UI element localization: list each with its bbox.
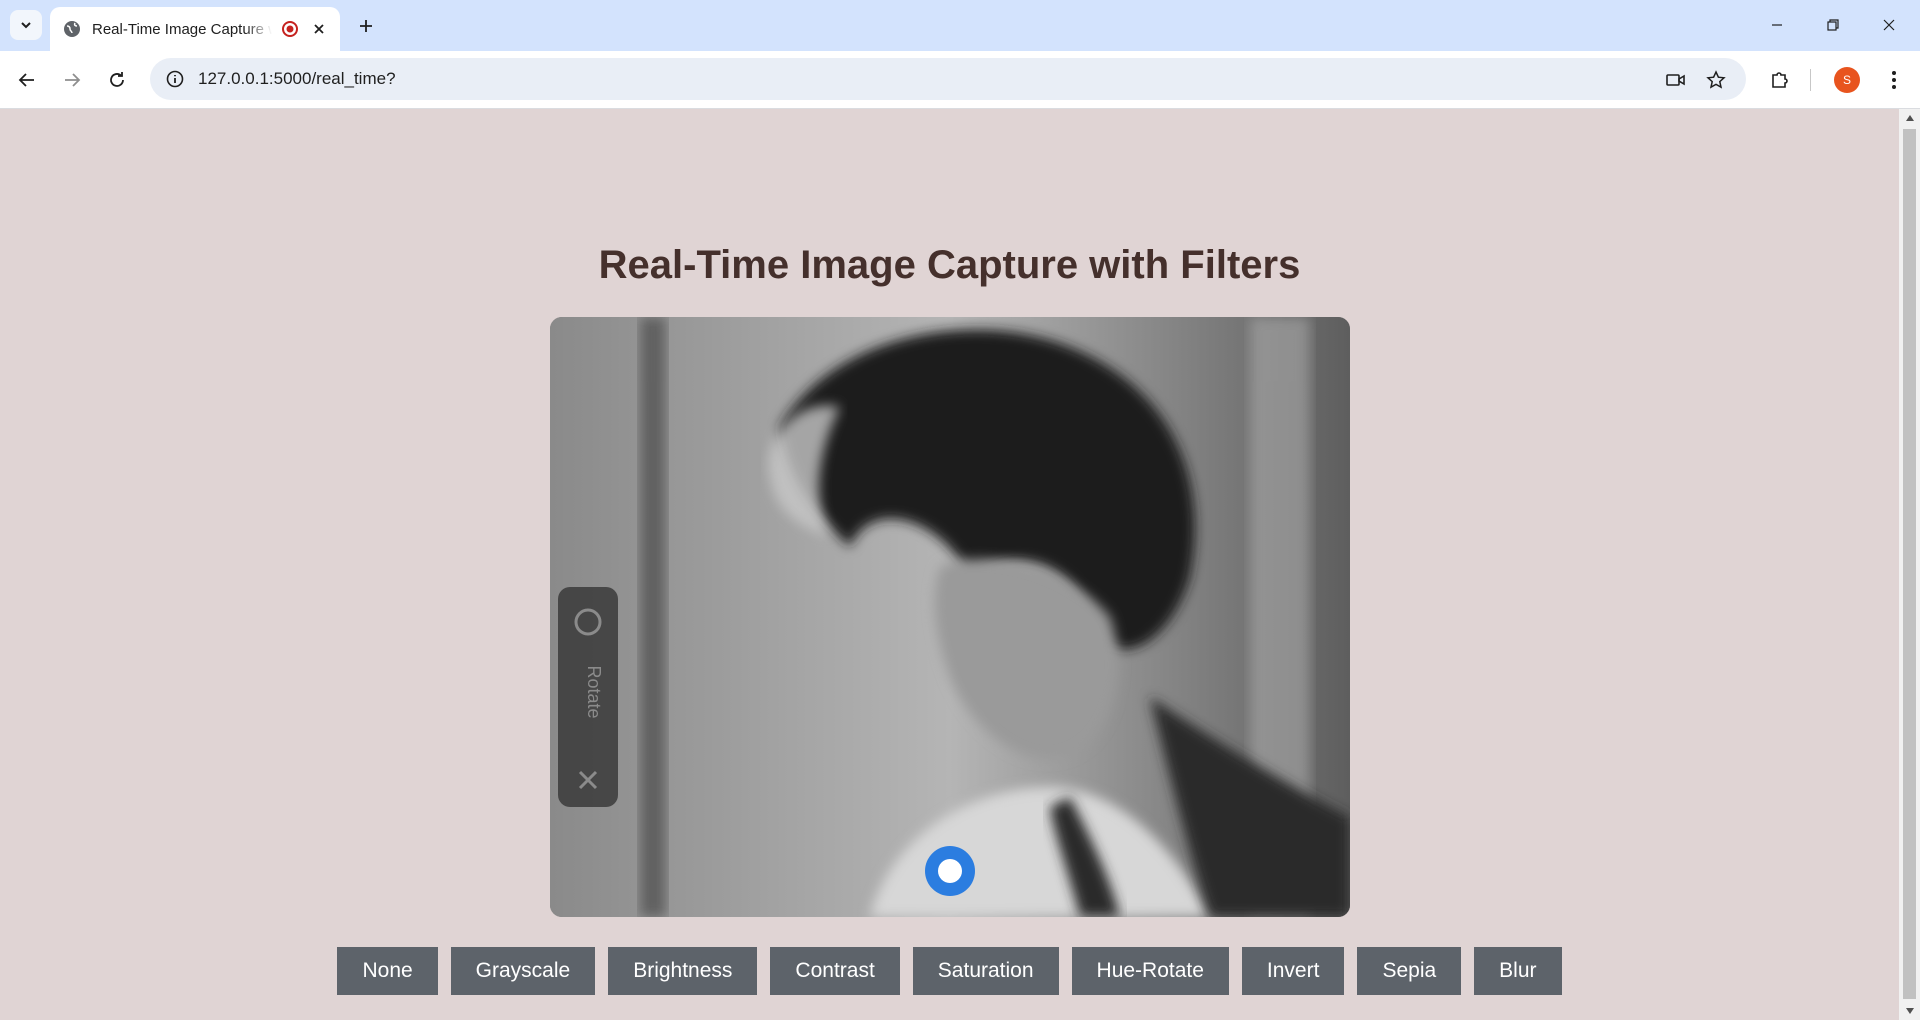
chevron-down-icon — [21, 22, 31, 29]
more-vert-icon — [1892, 71, 1896, 89]
recording-icon — [280, 19, 300, 39]
profile-avatar[interactable]: S — [1834, 67, 1860, 93]
scroll-thumb[interactable] — [1903, 129, 1916, 999]
rotate-overlay-label: Rotate — [584, 665, 604, 718]
filter-contrast-button[interactable]: Contrast — [770, 947, 900, 995]
extensions-button[interactable] — [1764, 64, 1796, 96]
filter-saturation-button[interactable]: Saturation — [912, 947, 1059, 995]
filter-none-button[interactable]: None — [337, 947, 438, 995]
browser-toolbar: 127.0.0.1:5000/real_time? S — [0, 51, 1920, 109]
close-window-button[interactable] — [1866, 10, 1912, 40]
back-button[interactable] — [10, 63, 44, 97]
rotate-overlay: Rotate — [558, 587, 618, 807]
tab-strip: Real-Time Image Capture with Filters — [0, 0, 1920, 51]
camera-in-use-icon[interactable] — [1664, 68, 1688, 92]
new-tab-button[interactable] — [352, 12, 380, 40]
arrow-left-icon — [18, 73, 34, 87]
plus-icon — [360, 20, 372, 32]
filter-sepia-button[interactable]: Sepia — [1357, 947, 1462, 995]
reload-icon — [110, 72, 124, 87]
capture-dot-icon — [938, 859, 962, 883]
page-viewport: Real-Time Image Capture with Filters Rot… — [0, 109, 1899, 1020]
camera-video-feed: Rotate — [550, 317, 1350, 917]
filter-invert-button[interactable]: Invert — [1241, 947, 1345, 995]
scroll-up-arrow-icon[interactable] — [1899, 109, 1920, 127]
toolbar-divider — [1810, 69, 1811, 91]
filter-blur-button[interactable]: Blur — [1474, 947, 1562, 995]
filter-grayscale-button[interactable]: Grayscale — [450, 947, 596, 995]
url-text: 127.0.0.1:5000/real_time? — [198, 69, 396, 88]
globe-icon — [62, 19, 82, 39]
address-bar[interactable]: 127.0.0.1:5000/real_time? — [150, 58, 1746, 100]
forward-button[interactable] — [55, 63, 89, 97]
site-info-icon[interactable] — [162, 66, 188, 92]
browser-menu-button[interactable] — [1878, 64, 1910, 96]
tab-search-button[interactable] — [10, 10, 42, 40]
minimize-icon — [1772, 24, 1782, 26]
restore-icon — [1827, 19, 1839, 31]
capture-button[interactable] — [925, 846, 975, 896]
page-title: Real-Time Image Capture with Filters — [598, 243, 1301, 287]
page-scrollbar[interactable] — [1899, 109, 1920, 1020]
close-tab-icon[interactable] — [308, 18, 330, 40]
video-frame-image: Rotate — [550, 317, 1350, 917]
puzzle-icon — [1772, 72, 1788, 88]
restore-button[interactable] — [1810, 10, 1856, 40]
scroll-down-arrow-icon[interactable] — [1899, 1002, 1920, 1020]
arrow-right-icon — [65, 73, 81, 87]
filter-hue-rotate-button[interactable]: Hue-Rotate — [1071, 947, 1229, 995]
tab-title: Real-Time Image Capture with Filters — [92, 20, 272, 38]
close-icon — [1883, 19, 1895, 31]
filter-button-bar: None Grayscale Brightness Contrast Satur… — [0, 947, 1899, 995]
minimize-button[interactable] — [1754, 10, 1800, 40]
filter-brightness-button[interactable]: Brightness — [608, 947, 758, 995]
reload-button[interactable] — [100, 63, 134, 97]
bookmark-star-icon[interactable] — [1704, 68, 1728, 92]
browser-tab[interactable]: Real-Time Image Capture with Filters — [50, 7, 340, 51]
